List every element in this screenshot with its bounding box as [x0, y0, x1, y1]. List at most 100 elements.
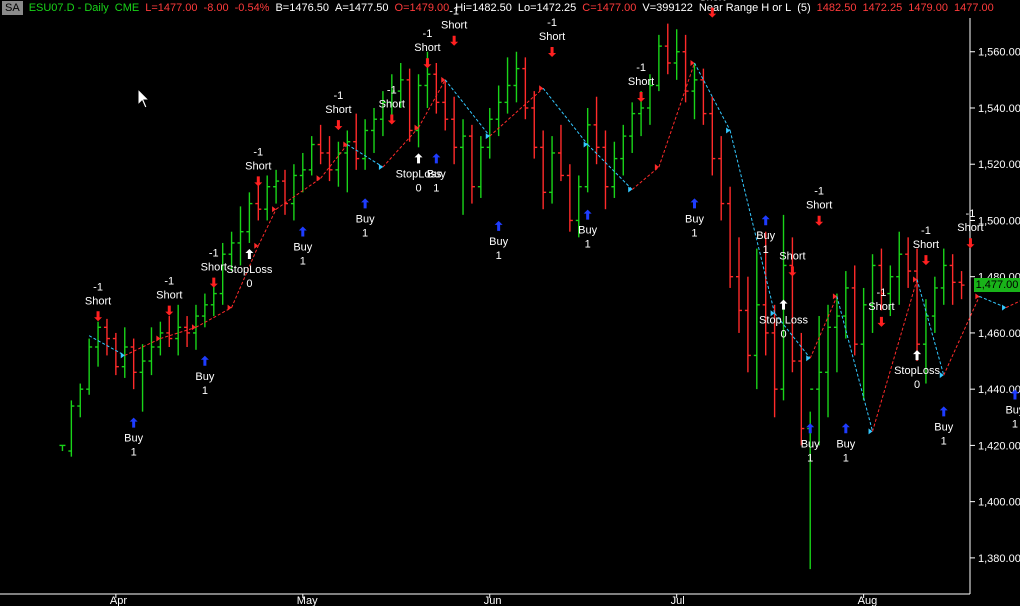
signal-qty: 1	[585, 239, 591, 251]
signal-qty: 0	[415, 182, 421, 194]
signal-buy: Buy 1	[934, 406, 954, 447]
signal-short: Short -1	[325, 90, 352, 131]
signal-label: Short	[379, 98, 405, 110]
price-bar	[949, 254, 956, 305]
signal-short: Short -1	[539, 17, 565, 57]
zigzag-point	[726, 127, 731, 134]
last-price-marker: 1,477.00	[974, 278, 1020, 293]
price-bar	[175, 304, 182, 356]
signal-label: Stop Loss	[759, 315, 808, 327]
price-bar	[326, 136, 333, 182]
signal-label: Short	[779, 250, 805, 262]
signal-label: Buy	[293, 241, 312, 253]
zigzag-segment	[418, 79, 446, 128]
buy-arrow-icon	[939, 406, 948, 417]
zigzag-point	[806, 355, 811, 362]
price-bar	[477, 136, 484, 198]
signal-buy: Buy 1	[195, 355, 215, 397]
signal-qty: -1	[253, 146, 263, 158]
price-bar	[130, 338, 137, 390]
price-bar	[736, 237, 742, 333]
price-bar	[807, 388, 814, 570]
buy-arrow-icon	[841, 423, 850, 434]
stop-arrow-icon	[779, 299, 788, 310]
signal-qty: 1	[843, 452, 849, 464]
signal-qty: 0	[246, 278, 252, 290]
signal-buy: Buy 1	[801, 423, 820, 464]
y-tick-label: 1,560.00	[978, 47, 1020, 59]
signal-stop: StopLoss 0	[226, 248, 273, 290]
zigzag-point	[272, 206, 277, 213]
x-tick-label: Jul	[671, 595, 685, 606]
price-bar	[371, 107, 378, 153]
signal-qty: -1	[814, 186, 824, 198]
mouse-pointer-icon	[137, 88, 151, 109]
price-bar	[308, 136, 315, 176]
price-bar	[664, 23, 671, 75]
signal-short: Short -1	[957, 208, 984, 249]
signal-label: Short	[539, 31, 565, 43]
price-bar	[540, 130, 547, 210]
price-bar	[273, 169, 280, 204]
zigzag-point	[316, 175, 321, 182]
short-arrow-icon	[423, 58, 432, 69]
zigzag-segment	[979, 295, 1007, 309]
price-bar	[851, 265, 858, 356]
signal-label: Buy	[124, 433, 143, 445]
buy-arrow-icon	[298, 226, 307, 237]
stop-arrow-icon	[245, 248, 254, 259]
signal-qty: 1	[131, 447, 137, 459]
signal-label: Short	[441, 20, 467, 32]
signal-label: Short	[699, 0, 725, 4]
short-arrow-icon	[548, 46, 557, 57]
y-tick-label: 1,420.00	[978, 440, 1020, 452]
signal-qty: 1	[496, 250, 502, 262]
price-bar	[86, 338, 93, 395]
y-tick-label: 1,460.00	[978, 328, 1020, 340]
signal-buy: Buy 1	[756, 215, 776, 256]
signal-label: Buy	[195, 371, 214, 383]
price-bar	[103, 318, 110, 356]
stop-arrow-icon	[414, 153, 423, 164]
price-bar	[237, 206, 244, 266]
signal-label: Buy	[685, 213, 704, 225]
signal-label: StopLoss	[894, 365, 940, 377]
buy-arrow-icon	[200, 355, 209, 366]
price-bar	[77, 383, 84, 418]
price-bar	[486, 107, 493, 159]
signal-qty: 1	[807, 452, 813, 464]
zigzag-point	[1002, 304, 1007, 311]
zigzag-segment	[382, 127, 419, 168]
price-bar	[335, 141, 342, 187]
price-bar	[460, 119, 467, 215]
buy-arrow-icon	[361, 198, 370, 209]
zigzag-segment	[1005, 300, 1020, 309]
price-bar	[406, 68, 413, 142]
signal-qty: -1	[547, 17, 557, 29]
price-bar	[896, 231, 903, 305]
short-arrow-icon	[387, 114, 396, 125]
signal-short: Short -1	[441, 6, 467, 46]
signal-qty: -1	[636, 62, 646, 74]
price-bar	[816, 316, 823, 446]
signal-qty: 1	[300, 255, 306, 267]
signal-qty: -1	[449, 6, 459, 18]
short-arrow-icon	[254, 176, 263, 187]
signal-label: Short	[628, 76, 654, 88]
price-bar	[655, 34, 662, 92]
price-bar	[112, 332, 119, 376]
price-bar	[388, 74, 395, 120]
short-arrow-icon	[966, 238, 975, 249]
buy-arrow-icon	[129, 417, 138, 428]
price-chart[interactable]: 1,560.001,540.001,520.001,500.001,480.00…	[0, 0, 1020, 606]
price-bar	[744, 276, 751, 373]
signal-label: Short	[325, 104, 351, 116]
price-bar	[860, 287, 867, 401]
price-bar	[299, 152, 306, 193]
buy-arrow-icon	[494, 220, 503, 231]
signal-qty: -1	[334, 90, 344, 102]
price-bar	[451, 96, 458, 165]
signal-label: Buy	[934, 421, 953, 433]
price-bar	[166, 316, 173, 347]
signal-qty: -1	[966, 208, 976, 220]
